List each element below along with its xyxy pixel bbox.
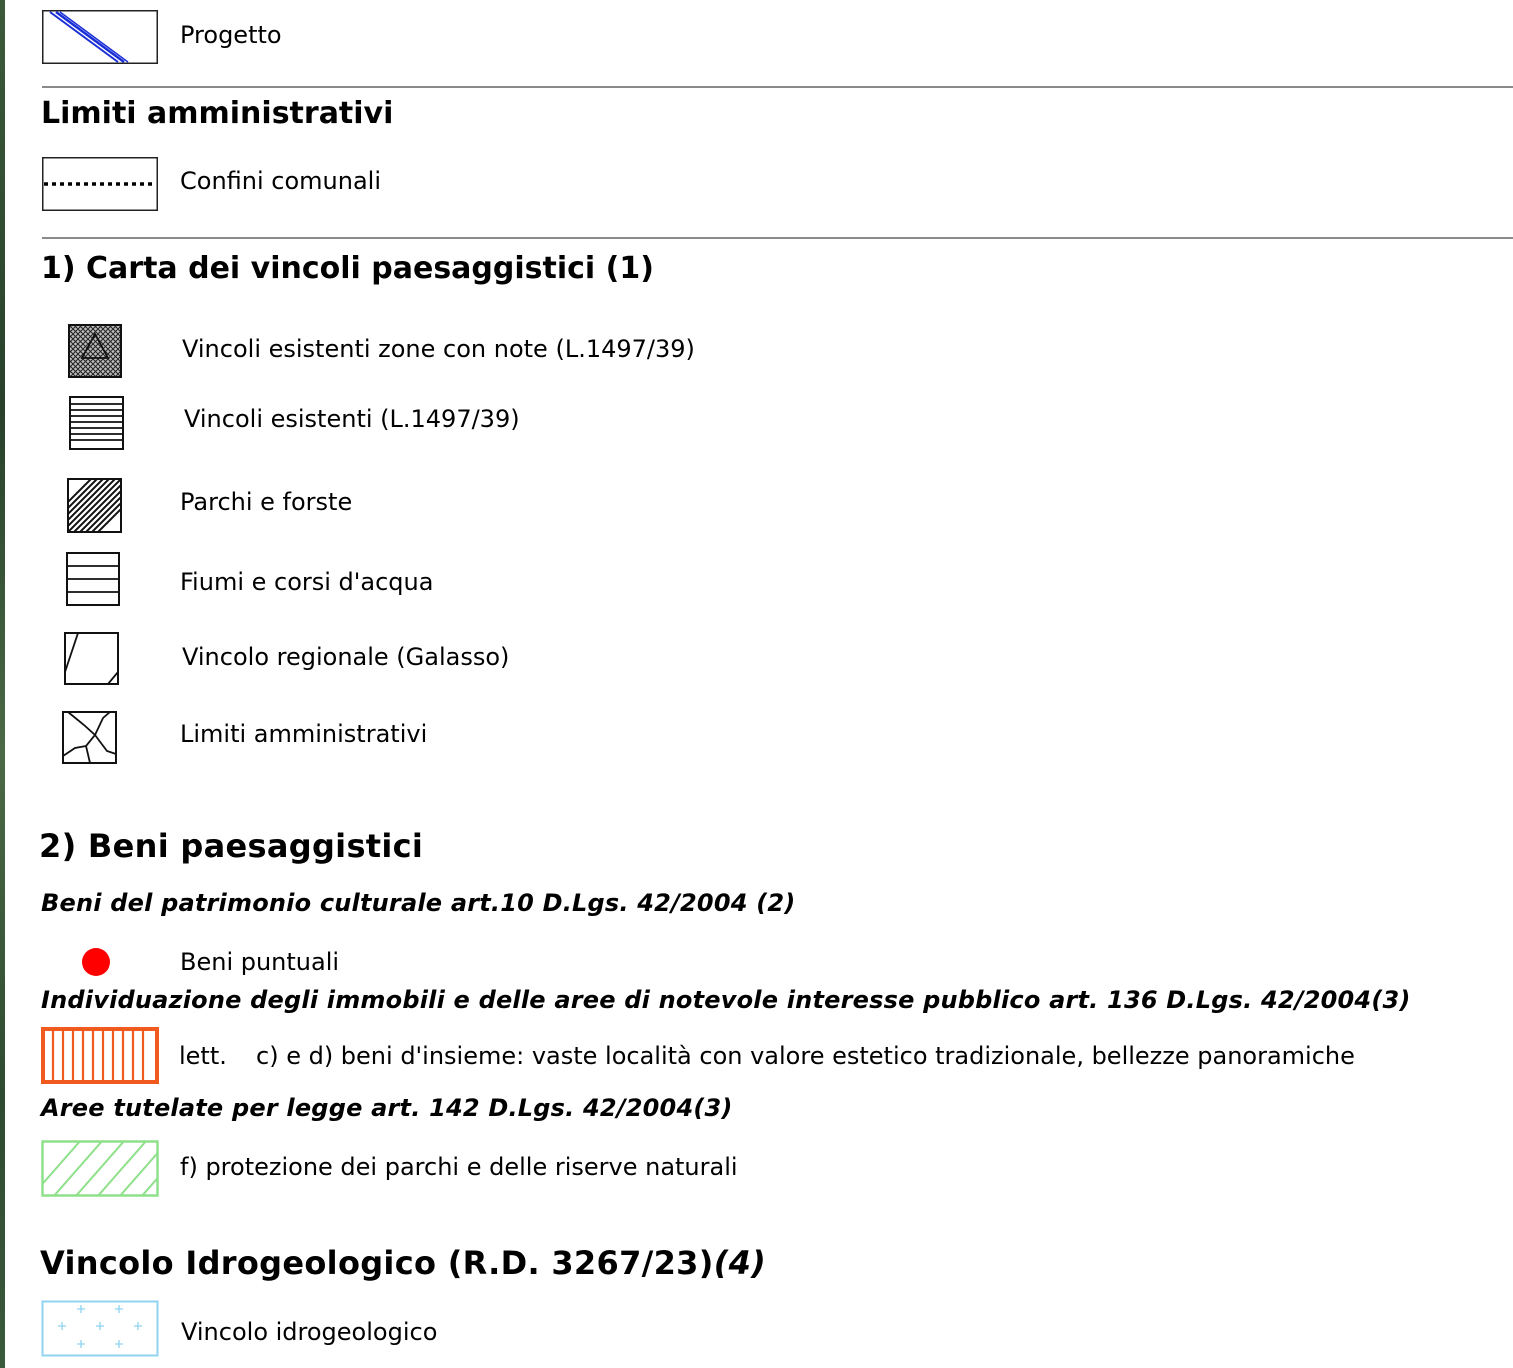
vincolo-idrogeologico-label: Vincolo idrogeologico <box>181 1318 438 1346</box>
subheading-patrimonio-culturale: Beni del patrimonio culturale art.10 D.L… <box>41 889 796 917</box>
parchi-riserve-label: f) protezione dei parchi e delle riserve… <box>180 1153 738 1181</box>
orange-vertical-lines-icon <box>41 1027 159 1084</box>
horizontal-bands-icon <box>66 552 120 606</box>
beni-insieme-label: c) e d) beni d'insieme: vaste località c… <box>256 1042 1355 1070</box>
subheading-immobili-aree: Individuazione degli immobili e delle ar… <box>41 986 1411 1014</box>
lett-prefix-label: lett. <box>179 1042 227 1070</box>
divider <box>42 237 1513 239</box>
beni-puntuali-label: Beni puntuali <box>180 948 340 976</box>
green-diagonal-hatch-icon <box>41 1140 159 1197</box>
limiti-amministrativi-label: Limiti amministrativi <box>180 720 428 748</box>
vincolo-idrogeologico-heading-text: Vincolo Idrogeologico (R.D. 3267/23) <box>40 1244 714 1282</box>
dotted-boundary-icon <box>42 157 158 211</box>
section-heading-vincolo-idrogeologico: Vincolo Idrogeologico (R.D. 3267/23)(4) <box>40 1245 766 1281</box>
diagonal-hatch-icon <box>67 478 122 533</box>
horizontal-lines-icon <box>69 396 124 450</box>
red-point-icon <box>82 948 110 976</box>
vincolo-idrogeologico-heading-note: (4) <box>713 1244 767 1282</box>
blue-plus-pattern-icon <box>41 1300 159 1357</box>
vincolo-regionale-label: Vincolo regionale (Galasso) <box>182 643 510 671</box>
outline-slash-icon <box>64 632 119 685</box>
parchi-forste-label: Parchi e forste <box>180 488 353 516</box>
map-edge-strip <box>0 0 5 1368</box>
section-heading-carta-vincoli: 1) Carta dei vincoli paesaggistici (1) <box>41 251 654 286</box>
section-heading-beni-paesaggistici: 2) Beni paesaggistici <box>39 827 424 865</box>
vincoli-zone-note-label: Vincoli esistenti zone con note (L.1497/… <box>182 335 695 363</box>
progetto-swatch-icon <box>42 10 158 64</box>
divider <box>42 86 1513 88</box>
boundary-lines-icon <box>62 711 117 764</box>
confini-comunali-label: Confini comunali <box>180 167 381 195</box>
progetto-label: Progetto <box>180 21 282 49</box>
section-heading-limiti: Limiti amministrativi <box>41 96 394 131</box>
vincoli-esistenti-label: Vincoli esistenti (L.1497/39) <box>184 405 520 433</box>
fiumi-label: Fiumi e corsi d'acqua <box>180 568 434 596</box>
subheading-aree-tutelate: Aree tutelate per legge art. 142 D.Lgs. … <box>41 1094 733 1122</box>
cross-hatch-triangle-icon <box>68 324 122 378</box>
